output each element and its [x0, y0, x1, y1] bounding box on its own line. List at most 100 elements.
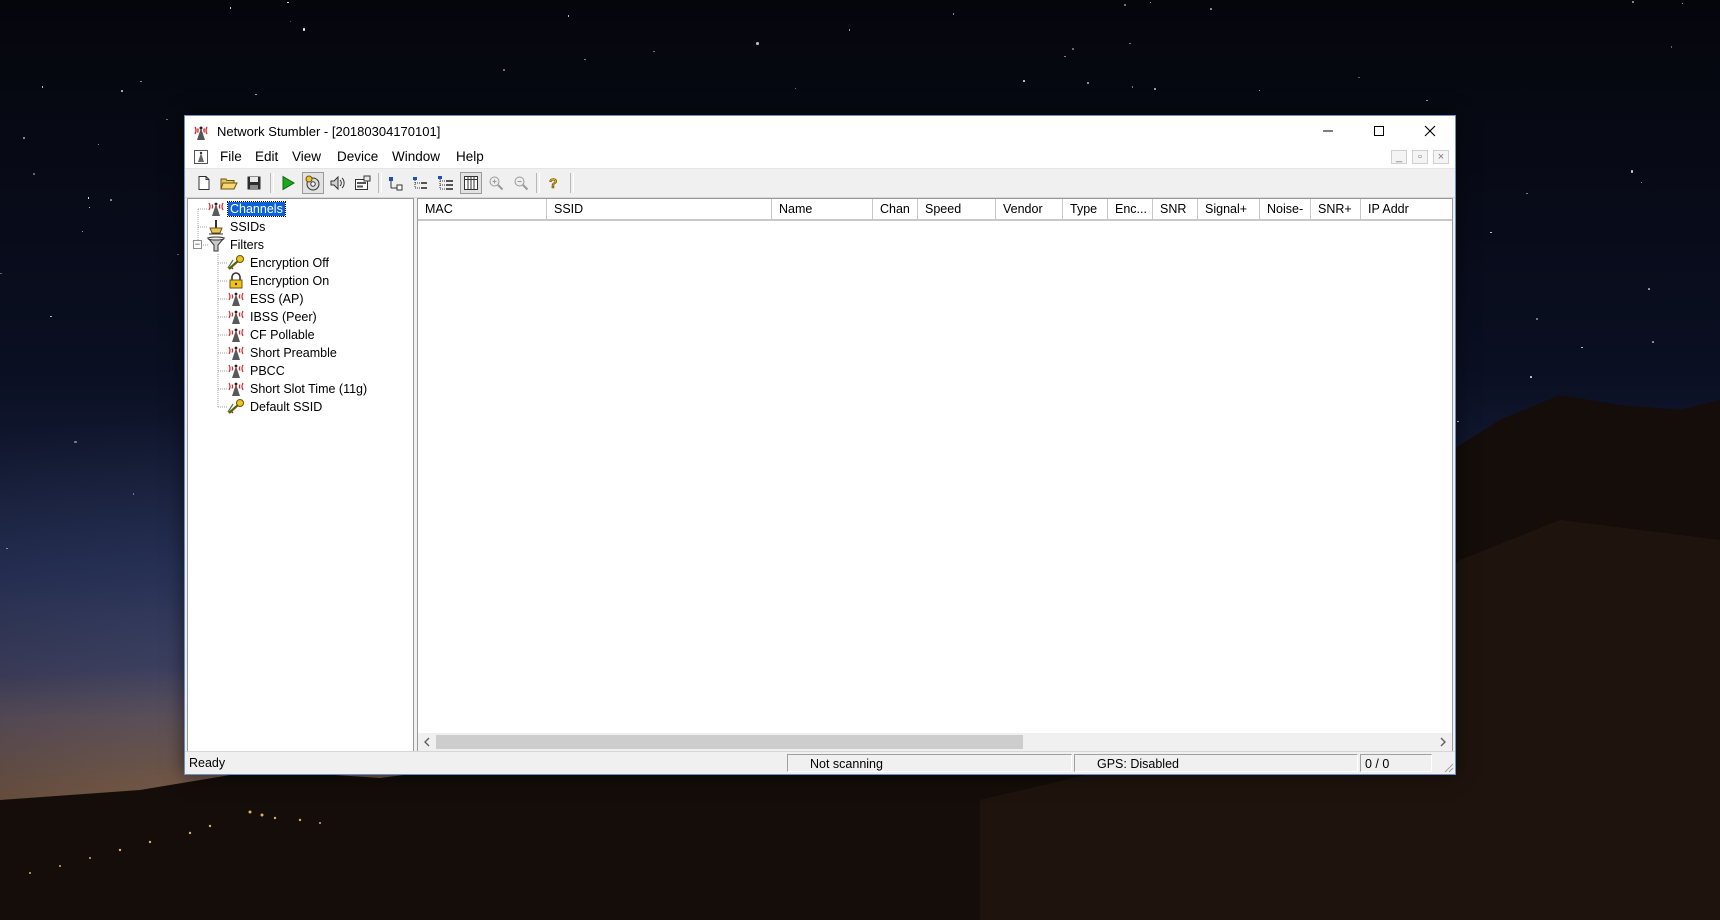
- tree-item-label: PBCC: [250, 363, 285, 378]
- tree-collapse-button[interactable]: [410, 172, 432, 194]
- column-header-speed[interactable]: Speed: [918, 199, 996, 219]
- column-header-name[interactable]: Name: [772, 199, 873, 219]
- chevron-right-icon: [1440, 737, 1446, 747]
- antenna-icon: [194, 126, 208, 140]
- column-header-enc[interactable]: Enc...: [1108, 199, 1153, 219]
- help-button[interactable]: ?: [543, 172, 565, 194]
- tree-expand-button[interactable]: [435, 172, 457, 194]
- list-header: MAC SSID Name Chan Speed Vendor Type Enc…: [418, 199, 1452, 221]
- horizontal-scrollbar[interactable]: [418, 733, 1452, 751]
- network-stumbler-window: Network Stumbler - [20180304170101] File…: [184, 115, 1456, 775]
- tree-item-label: IBSS (Peer): [250, 309, 317, 324]
- tree-item-label: Default SSID: [250, 399, 323, 414]
- column-header-type[interactable]: Type: [1063, 199, 1108, 219]
- help-icon: ?: [549, 175, 558, 191]
- status-count: 0 / 0: [1360, 754, 1432, 772]
- sound-icon: [330, 175, 345, 191]
- menu-device[interactable]: Device: [335, 149, 380, 164]
- ssid-icon: [206, 218, 226, 235]
- tree-item-label: Channels: [227, 200, 286, 217]
- zoom-in-button[interactable]: [485, 172, 507, 194]
- column-header-vendor[interactable]: Vendor: [996, 199, 1063, 219]
- key-icon: [226, 398, 246, 415]
- start-scan-icon: [282, 175, 295, 191]
- device-properties-icon: [355, 175, 371, 190]
- columns-button[interactable]: [460, 172, 482, 194]
- close-button[interactable]: [1405, 116, 1455, 146]
- column-header-noise[interactable]: Noise-: [1260, 199, 1311, 219]
- filters-collapse-toggle[interactable]: −: [193, 240, 202, 249]
- child-restore-button[interactable]: ▫: [1412, 150, 1428, 164]
- antenna-icon: [226, 344, 246, 361]
- tree-item-label: SSIDs: [230, 219, 266, 234]
- new-button[interactable]: [193, 172, 215, 194]
- tree-item-channels[interactable]: Channels: [206, 200, 286, 217]
- column-header-mac[interactable]: MAC: [418, 199, 547, 219]
- antenna-icon: [226, 308, 246, 325]
- zoom-out-button[interactable]: [510, 172, 532, 194]
- window-title: Network Stumbler - [20180304170101]: [217, 124, 441, 139]
- child-minimize-button[interactable]: _: [1391, 150, 1407, 164]
- resize-grip-icon[interactable]: [1442, 761, 1454, 773]
- access-point-list[interactable]: MAC SSID Name Chan Speed Vendor Type Enc…: [417, 198, 1453, 752]
- menu-view[interactable]: View: [290, 149, 323, 164]
- tree-item-short-preamble[interactable]: Short Preamble: [226, 344, 339, 361]
- tree-item-encryption-on[interactable]: Encryption On: [226, 272, 331, 289]
- column-header-signal[interactable]: Signal+: [1198, 199, 1260, 219]
- tree-item-ess-ap[interactable]: ESS (AP): [226, 290, 306, 307]
- toolbar: ?: [185, 169, 1455, 198]
- antenna-icon: [226, 290, 246, 307]
- key-icon: [226, 254, 246, 271]
- menu-bar: File Edit View Device Window Help _ ▫ ×: [185, 146, 1455, 169]
- column-header-snr[interactable]: SNR: [1153, 199, 1198, 219]
- title-bar[interactable]: Network Stumbler - [20180304170101]: [185, 116, 1455, 146]
- sound-button[interactable]: [327, 172, 349, 194]
- client-area: − Channels SSIDs Filters Encryption Off …: [185, 198, 1455, 752]
- maximize-button[interactable]: [1354, 116, 1404, 146]
- column-header-snr-plus[interactable]: SNR+: [1311, 199, 1361, 219]
- menu-help[interactable]: Help: [454, 149, 486, 164]
- tree-item-ibss-peer[interactable]: IBSS (Peer): [226, 308, 319, 325]
- auto-config-icon: [305, 175, 320, 191]
- ap-list-button[interactable]: [385, 172, 407, 194]
- save-button[interactable]: [243, 172, 265, 194]
- child-close-button[interactable]: ×: [1433, 150, 1449, 164]
- tree-item-encryption-off[interactable]: Encryption Off: [226, 254, 331, 271]
- tree-item-label: ESS (AP): [250, 291, 304, 306]
- tree-item-label: Encryption On: [250, 273, 330, 288]
- minimize-button[interactable]: [1303, 116, 1353, 146]
- status-scan-state: Not scanning: [787, 754, 1072, 772]
- auto-config-button[interactable]: [302, 172, 324, 194]
- column-header-chan[interactable]: Chan: [873, 199, 918, 219]
- device-properties-button[interactable]: [352, 172, 374, 194]
- start-scan-button[interactable]: [277, 172, 299, 194]
- zoom-in-icon: [489, 176, 504, 191]
- scrollbar-thumb[interactable]: [436, 735, 1023, 749]
- scroll-right-button[interactable]: [1434, 733, 1452, 751]
- tree-item-ssids[interactable]: SSIDs: [206, 218, 267, 235]
- funnel-icon: [206, 236, 226, 253]
- column-header-ip-addr[interactable]: IP Addr: [1361, 199, 1452, 219]
- tree-view[interactable]: − Channels SSIDs Filters Encryption Off …: [187, 198, 414, 752]
- column-header-ssid[interactable]: SSID: [547, 199, 772, 219]
- columns-icon: [464, 176, 478, 190]
- new-file-icon: [198, 176, 210, 190]
- tree-expand-icon: [438, 176, 453, 190]
- antenna-icon: [226, 326, 246, 343]
- open-button[interactable]: [218, 172, 240, 194]
- tree-item-short-slot-time[interactable]: Short Slot Time (11g): [226, 380, 369, 397]
- tree-item-filters[interactable]: Filters: [206, 236, 266, 253]
- document-system-menu-icon[interactable]: [193, 149, 209, 165]
- tree-item-cf-pollable[interactable]: CF Pollable: [226, 326, 317, 343]
- menu-window[interactable]: Window: [390, 149, 442, 164]
- minimize-icon: [1323, 130, 1333, 132]
- scroll-left-button[interactable]: [418, 733, 436, 751]
- close-icon: [1424, 125, 1436, 137]
- tree-item-default-ssid[interactable]: Default SSID: [226, 398, 324, 415]
- tree-item-pbcc[interactable]: PBCC: [226, 362, 287, 379]
- menu-file[interactable]: File: [218, 149, 244, 164]
- status-gps: GPS: Disabled: [1074, 754, 1358, 772]
- menu-edit[interactable]: Edit: [253, 149, 280, 164]
- lock-icon: [226, 272, 246, 289]
- tree-item-label: Encryption Off: [250, 255, 329, 270]
